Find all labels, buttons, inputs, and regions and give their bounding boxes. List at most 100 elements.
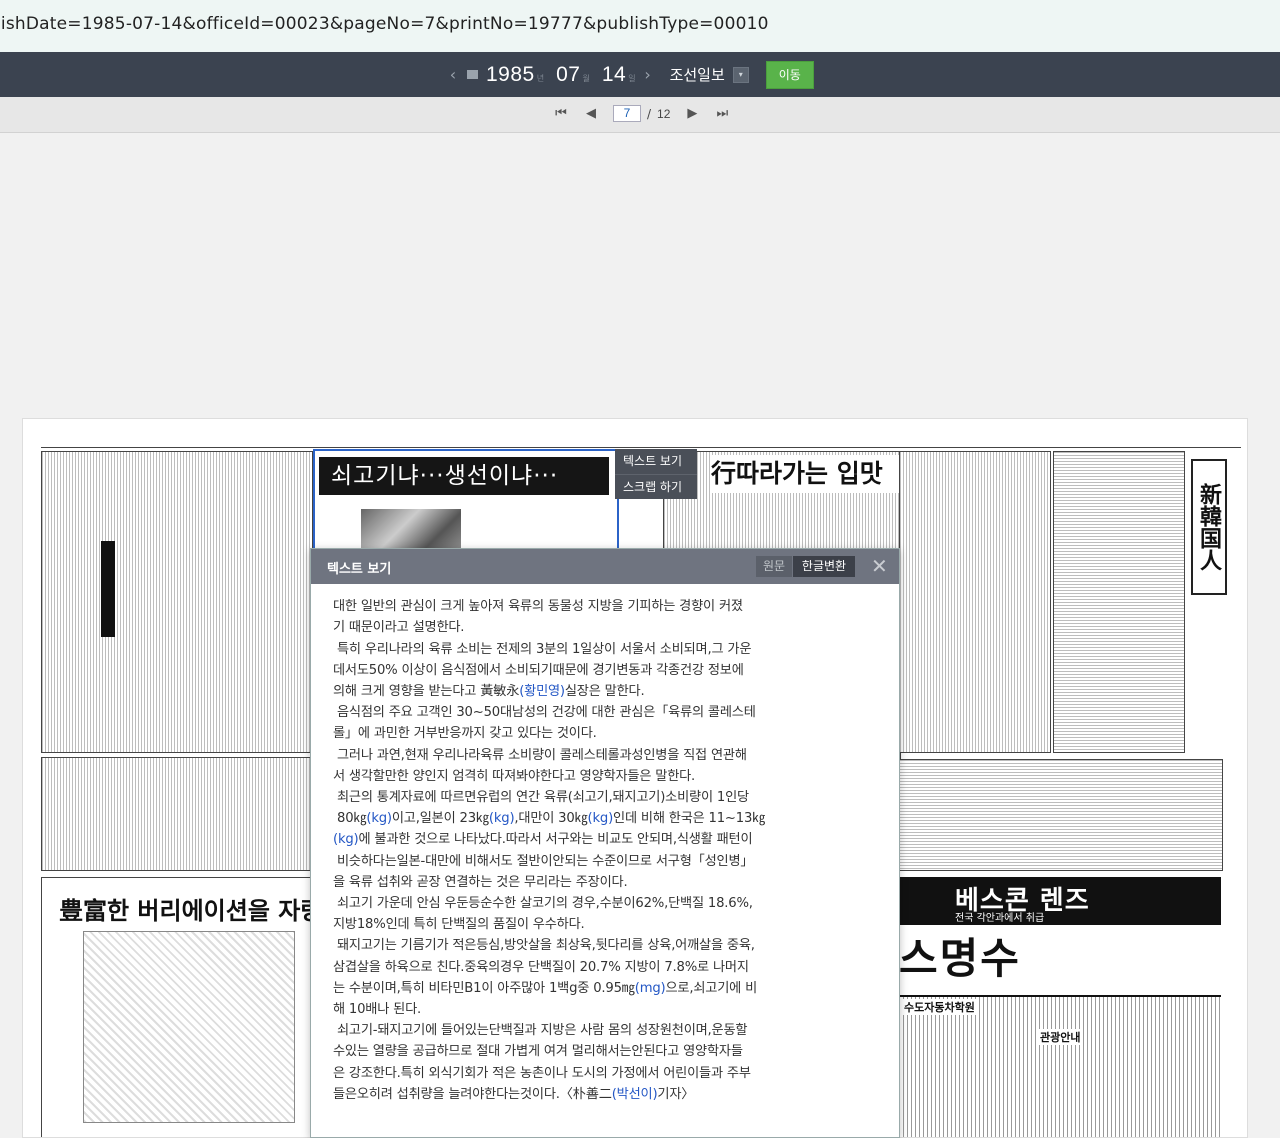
text-segment: 수있는 열량을 공급하므로 절대 가볍게 여겨 멀리해서는안된다고 영양학자들 xyxy=(333,1044,743,1060)
text-segment: 실장은 말한다. xyxy=(564,684,645,700)
text-segment: 는 수분이며,특히 비타민B1이 아주많아 1백g중 0.95㎎ xyxy=(333,980,635,996)
prev-date-arrow-icon[interactable]: ‹ xyxy=(445,65,461,84)
text-segment: 특히 우리나라의 육류 소비는 전제의 3분의 1일상이 서울서 소비되며,그 … xyxy=(333,641,752,657)
text-segment: 이고,일본이 23㎏ xyxy=(391,811,489,827)
article-text-line: 을 육류 섭취와 곧장 연결하는 것은 무리라는 주장이다. xyxy=(333,872,881,893)
text-segment: 경기 침체에도 원인이 있지만,무엇보다각종 건강정보가 늘면서 「성인병」에 xyxy=(333,591,745,593)
article-text-line: 수있는 열량을 공급하므로 절대 가볍게 여겨 멀리해서는안된다고 영양학자들 xyxy=(333,1041,881,1062)
hangul-reading: (kg) xyxy=(366,811,392,827)
hangul-reading: (kg) xyxy=(488,811,515,827)
last-page-icon[interactable]: ⏭ xyxy=(714,106,730,121)
column-title-block xyxy=(101,541,115,637)
article-text-line: 는 수분이며,특히 비타민B1이 아주많아 1백g중 0.95㎎(mg)으로,쇠… xyxy=(333,978,881,999)
korean-conversion-toggle[interactable]: 한글변환 xyxy=(793,556,855,577)
article-columns[interactable] xyxy=(1053,451,1185,753)
month-value[interactable]: 07 xyxy=(556,63,580,87)
day-value[interactable]: 14 xyxy=(602,63,626,87)
text-segment: 지방18%인데 특히 단백질의 품질이 우수하다. xyxy=(333,917,585,933)
calendar-icon[interactable] xyxy=(467,70,478,79)
year-value[interactable]: 1985 xyxy=(486,63,535,87)
text-segment: ,대만이 30㎏ xyxy=(514,811,588,827)
selected-article-box[interactable]: 쇠고기냐···생선이냐··· xyxy=(313,449,619,563)
article-text-line: 그러나 과연,현재 우리나라육류 소비량이 콜레스테롤과성인병을 직접 연관해 xyxy=(333,745,881,766)
advertisement-block[interactable]: 베스콘 렌즈 전국 각안과에서 취급 스명수 수도자동차학원 관광안내 xyxy=(899,877,1221,1137)
text-segment: 롤」에 과민한 거부반응까지 갖고 있다는 것이다. xyxy=(333,726,597,742)
article-text-line: 데서도50% 이상이 음식점에서 소비되기때문에 경기변동과 각종건강 정보에 xyxy=(333,660,881,681)
hangul-reading: (kg) xyxy=(333,832,359,848)
article-text-line: 들은오히려 섭취량을 늘려야한다는것이다.〈朴善二(박선이)기자〉 xyxy=(333,1084,881,1105)
lens-ad: 베스콘 렌즈 xyxy=(899,877,1221,925)
article-text-line: 은 강조한다.특히 외식기회가 적은 농촌이나 도시의 가정에서 어린이들과 주… xyxy=(333,1063,881,1084)
text-segment: 에 불과한 것으로 나타났다.따라서 서구와는 비교도 안되며,식생활 패턴이 xyxy=(358,832,753,848)
text-segment: 해 10배나 된다. xyxy=(333,1002,422,1018)
year-unit: 년 xyxy=(536,74,545,83)
go-button[interactable]: 이동 xyxy=(765,60,814,89)
classified-ads: 수도자동차학원 관광안내 xyxy=(899,995,1221,1137)
text-segment: 쇠고기-돼지고기에 들어있는단백질과 지방은 사람 몸의 성장원천이며,운동할 xyxy=(333,1023,748,1039)
month-unit: 월 xyxy=(582,74,590,83)
newspaper-masthead-rule xyxy=(41,439,1241,448)
close-icon[interactable]: ✕ xyxy=(871,554,888,578)
scrap-menu-item[interactable]: 스크랩 하기 xyxy=(615,474,697,500)
article-text-line: 기 때문이라고 설명한다. xyxy=(333,617,881,638)
text-segment: 을 육류 섭취와 곧장 연결하는 것은 무리라는 주장이다. xyxy=(333,874,628,890)
article-text-line: 의해 크게 영향을 받는다고 黃敏永(황민영)실장은 말한다. xyxy=(333,681,881,702)
newspaper-select[interactable]: 조선일보 xyxy=(670,64,725,85)
hangul-reading: (박선이) xyxy=(611,1086,658,1102)
address-bar[interactable]: lishDate=1985-07-14&officeId=00023&pageN… xyxy=(0,0,1280,53)
article-text-line: 대한 일반의 관심이 크게 높아져 육류의 동물성 지방을 기피하는 경향이 커… xyxy=(333,596,881,617)
text-segment: 음식점의 주요 고객인 30~50대남성의 건강에 대한 관심은「육류의 콜레스… xyxy=(333,705,756,721)
article-columns[interactable] xyxy=(899,759,1223,871)
article-text-line: 해 10배나 된다. xyxy=(333,999,881,1020)
article-text-line: 음식점의 주요 고객인 30~50대남성의 건강에 대한 관심은「육류의 콜레스… xyxy=(333,702,881,723)
article-text-line: 돼지고기는 기름기가 적은등심,방앗살을 최상육,뒷다리를 상육,어깨살을 중육… xyxy=(333,935,881,956)
text-segment: 기 때문이라고 설명한다. xyxy=(333,620,465,636)
text-segment: 쇠고기 가운데 안심 우둔등순수한 살코기의 경우,수분이62%,단백질 18.… xyxy=(333,896,753,912)
text-segment: 기자〉 xyxy=(657,1086,695,1102)
lens-ad-sub: 전국 각안과에서 취급 xyxy=(955,913,1045,924)
text-segment: 대한 일반의 관심이 크게 높아져 육류의 동물성 지방을 기피하는 경향이 커… xyxy=(333,599,743,615)
day-unit: 일 xyxy=(628,74,636,83)
article-headline-right: 行따라가는 입맛 xyxy=(711,455,921,493)
article-text-line: 서 생각할만한 양인지 엄격히 따져봐야한다고 영양학자들은 말한다. xyxy=(333,766,881,787)
next-page-icon[interactable]: ▶ xyxy=(684,106,700,121)
hangul-reading: (mg) xyxy=(634,980,666,996)
page-number-input[interactable]: 7 xyxy=(613,105,641,122)
next-date-arrow-icon[interactable]: › xyxy=(640,65,656,84)
page-separator: / xyxy=(647,106,652,121)
original-text-toggle[interactable]: 원문 xyxy=(756,556,792,577)
article-columns[interactable] xyxy=(41,451,313,753)
popup-header: 텍스트 보기 원문 한글변환 ✕ xyxy=(311,549,899,584)
series-title: 新韓国人 xyxy=(1191,459,1227,595)
total-pages: 12 xyxy=(657,106,671,121)
first-page-icon[interactable]: ⏮ xyxy=(553,106,569,121)
date-navigation-bar: ‹ 1985 년 07 월 14 일 › 조선일보 ▾ 이동 xyxy=(0,52,1280,97)
article-text-line: 비슷하다는일본-대만에 비해서도 절반이안되는 수준이므로 서구형「성인병」 xyxy=(333,851,881,872)
article-columns[interactable] xyxy=(899,451,1051,753)
ad-headline: 豊富한 버리에이션을 자랑 xyxy=(59,896,323,925)
prev-page-icon[interactable]: ◀ xyxy=(583,106,599,121)
classified-tour: 관광안내 xyxy=(1037,1029,1084,1045)
article-text-line: 특히 우리나라의 육류 소비는 전제의 3분의 1일상이 서울서 소비되며,그 … xyxy=(333,639,881,660)
article-text-line: 최근의 통계자료에 따르면유럽의 연간 육류(쇠고기,돼지고기)소비량이 1인당 xyxy=(333,787,881,808)
text-view-popup: 텍스트 보기 원문 한글변환 ✕ 경기 침체에도 원인이 있지만,무엇보다각종 … xyxy=(310,548,900,1138)
text-segment: 80㎏ xyxy=(333,811,367,827)
url-text[interactable]: lishDate=1985-07-14&officeId=00023&pageN… xyxy=(0,14,769,34)
text-segment: 인데 비해 한국은 11~13㎏ xyxy=(613,811,766,827)
text-segment: 그러나 과연,현재 우리나라육류 소비량이 콜레스테롤과성인병을 직접 연관해 xyxy=(333,747,747,763)
article-text-line: 롤」에 과민한 거부반응까지 갖고 있다는 것이다. xyxy=(333,723,881,744)
view-text-menu-item[interactable]: 텍스트 보기 xyxy=(615,449,697,474)
article-text-line: 삼겹살을 하육으로 친다.중육의경우 단백질이 20.7% 지방이 7.8%로 … xyxy=(333,957,881,978)
text-segment: 비슷하다는일본-대만에 비해서도 절반이안되는 수준이므로 서구형「성인병」 xyxy=(333,853,754,869)
classified-driving-school: 수도자동차학원 xyxy=(901,999,978,1015)
article-headline: 쇠고기냐···생선이냐··· xyxy=(319,457,609,495)
hangul-reading: (황민영) xyxy=(519,684,565,700)
chevron-down-icon[interactable]: ▾ xyxy=(732,66,749,83)
article-text-line: 쇠고기-돼지고기에 들어있는단백질과 지방은 사람 몸의 성장원천이며,운동할 xyxy=(333,1020,881,1041)
article-text[interactable]: 경기 침체에도 원인이 있지만,무엇보다각종 건강정보가 늘면서 「성인병」에대… xyxy=(333,591,881,1137)
popup-title: 텍스트 보기 xyxy=(327,562,392,577)
article-columns[interactable] xyxy=(41,757,313,871)
text-segment: 돼지고기는 기름기가 적은등심,방앗살을 최상육,뒷다리를 상육,어깨살을 중육… xyxy=(333,938,755,954)
article-text-line: 쇠고기 가운데 안심 우둔등순수한 살코기의 경우,수분이62%,단백질 18.… xyxy=(333,893,881,914)
text-segment: 서 생각할만한 양인지 엄격히 따져봐야한다고 영양학자들은 말한다. xyxy=(333,768,696,784)
